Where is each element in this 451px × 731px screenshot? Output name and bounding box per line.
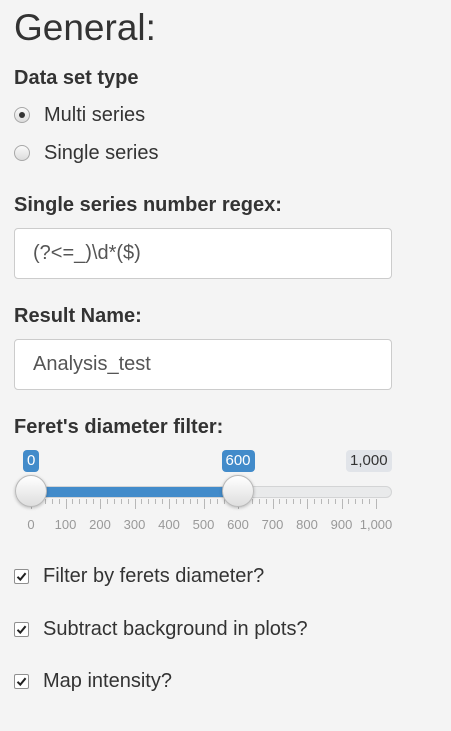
slider-tick-label: 200 (89, 517, 111, 532)
checkmark-icon (16, 677, 27, 686)
slider-minor-tick (107, 499, 108, 504)
slider-minor-tick (45, 499, 46, 504)
slider-minor-tick (155, 499, 156, 504)
regex-input[interactable] (14, 228, 392, 279)
slider-to-value: 600 (221, 450, 255, 472)
slider-tick-label: 500 (192, 517, 215, 532)
checkbox-subtract-background[interactable]: Subtract background in plots? (14, 616, 308, 642)
slider-from-handle[interactable] (15, 475, 47, 507)
slider-minor-tick (259, 499, 260, 504)
slider-tick-label: 600 (227, 517, 249, 532)
checkbox-map-intensity[interactable]: Map intensity? (14, 668, 172, 694)
slider-tick-label: 700 (261, 517, 284, 532)
slider-minor-tick (362, 499, 363, 504)
slider-minor-tick (328, 499, 329, 504)
slider-major-tick (66, 499, 67, 509)
checkmark-icon (16, 625, 27, 634)
checkbox-filter-feret-label: Filter by ferets diameter? (43, 565, 265, 587)
slider-minor-tick (335, 499, 336, 504)
checkbox-map-intensity-box[interactable] (14, 673, 29, 689)
slider-minor-tick (300, 499, 301, 504)
slider-tick-label: 0 (27, 517, 35, 532)
slider-major-tick (204, 499, 205, 509)
slider-minor-tick (314, 499, 315, 504)
slider-minor-tick (197, 499, 198, 504)
slider-minor-tick (286, 499, 287, 504)
slider-minor-tick (369, 499, 370, 504)
slider-minor-tick (114, 499, 115, 504)
slider-minor-tick (141, 499, 142, 504)
slider-minor-tick (279, 499, 280, 504)
slider-selected-range (31, 487, 238, 497)
slider-minor-tick (148, 499, 149, 504)
radio-multi-series-label: Multi series (44, 104, 146, 126)
checkbox-subtract-background-label: Subtract background in plots? (43, 618, 308, 640)
regex-label: Single series number regex: (14, 194, 282, 216)
slider-major-tick (169, 499, 170, 509)
slider-minor-tick (321, 499, 322, 504)
slider-tick-label: 400 (158, 517, 180, 532)
slider-minor-tick (59, 499, 60, 504)
slider-minor-tick (72, 499, 73, 504)
slider-minor-tick (266, 499, 267, 504)
slider-tick-label: 300 (123, 517, 146, 532)
checkbox-filter-feret-box[interactable] (14, 568, 29, 584)
slider-minor-tick (348, 499, 349, 504)
radio-single-series-button[interactable] (14, 145, 30, 161)
slider-minor-tick (128, 499, 129, 504)
checkbox-filter-feret[interactable]: Filter by ferets diameter? (14, 563, 264, 589)
slider-major-tick (135, 499, 136, 509)
slider-max-value: 1,000 (346, 450, 392, 472)
radio-multi-series[interactable]: Multi series (14, 102, 145, 128)
slider-major-tick (307, 499, 308, 509)
slider-to-handle[interactable] (222, 475, 254, 507)
checkbox-subtract-background-box[interactable] (14, 621, 29, 637)
slider-major-tick (273, 499, 274, 509)
slider-minor-tick (183, 499, 184, 504)
slider-minor-tick (176, 499, 177, 504)
checkmark-icon (16, 572, 27, 581)
slider-tick-label: 1,000 (359, 517, 393, 532)
slider-tick-label: 900 (330, 517, 353, 532)
slider-minor-tick (190, 499, 191, 504)
slider-major-tick (342, 499, 343, 509)
result-name-input[interactable] (14, 339, 392, 390)
slider-from-value: 0 (23, 450, 40, 472)
feret-filter-label: Feret's diameter filter: (14, 416, 224, 438)
radio-multi-series-button[interactable] (14, 107, 30, 123)
slider-minor-tick (93, 499, 94, 504)
dataset-type-label: Data set type (14, 67, 139, 89)
slider-minor-tick (293, 499, 294, 504)
radio-single-series-label: Single series (44, 142, 159, 164)
slider-major-tick (100, 499, 101, 509)
slider-minor-tick (210, 499, 211, 504)
slider-minor-tick (121, 499, 122, 504)
checkbox-map-intensity-label: Map intensity? (43, 670, 172, 692)
slider-tick-label: 800 (296, 517, 318, 532)
radio-single-series[interactable]: Single series (14, 140, 159, 166)
slider-minor-tick (162, 499, 163, 504)
slider-major-tick (376, 499, 377, 509)
slider-minor-tick (79, 499, 80, 504)
slider-minor-tick (52, 499, 53, 504)
slider-minor-tick (252, 499, 253, 504)
section-heading: General: (14, 7, 156, 48)
slider-minor-tick (355, 499, 356, 504)
slider-minor-tick (217, 499, 218, 504)
result-name-label: Result Name: (14, 305, 142, 327)
slider-tick-label: 100 (54, 517, 77, 532)
slider-minor-tick (86, 499, 87, 504)
